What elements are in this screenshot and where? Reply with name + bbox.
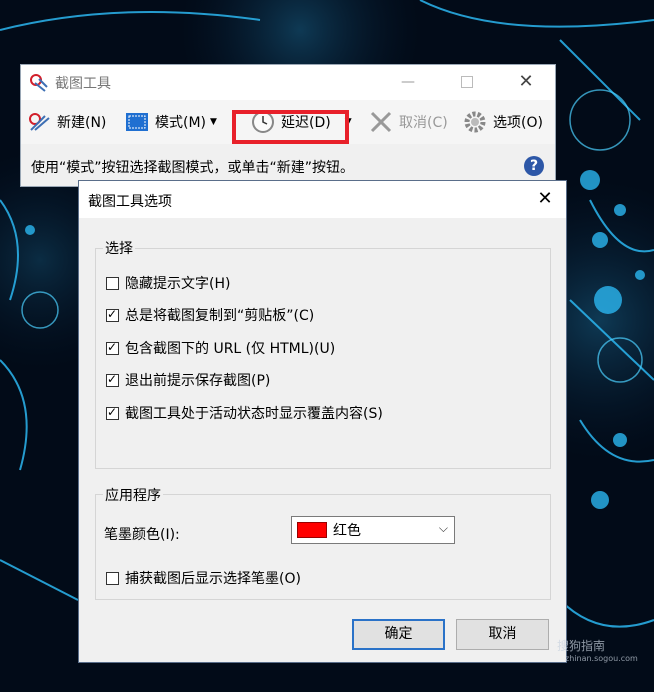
checkbox-box[interactable]	[106, 372, 119, 387]
cancel-snip-button[interactable]: 取消(C)	[369, 109, 448, 135]
checkbox-box[interactable]	[106, 571, 119, 585]
mode-button[interactable]: 模式(M) ▼	[125, 109, 217, 135]
checkbox-box[interactable]	[106, 405, 119, 420]
snipping-tool-title: 截图工具	[55, 76, 111, 92]
application-group-label: 应用程序	[103, 485, 163, 505]
maximize-icon	[461, 76, 473, 88]
checkbox-label: 总是将截图复制到“剪贴板”(C)	[125, 308, 315, 324]
prompt-save-checkbox[interactable]: 退出前提示保存截图(P)	[106, 370, 270, 390]
new-button-label: 新建(N)	[57, 115, 107, 131]
options-dialog-title: 截图工具选项	[88, 194, 172, 210]
ok-button[interactable]: 确定	[352, 619, 445, 650]
watermark: 搜狗指南 zhinan.sogou.com	[557, 637, 638, 663]
checkbox-box[interactable]	[106, 340, 119, 355]
mode-dropdown-icon[interactable]: ▼	[210, 117, 217, 127]
scissors-icon	[29, 113, 50, 131]
copy-to-clipboard-checkbox[interactable]: 总是将截图复制到“剪贴板”(C)	[106, 305, 314, 325]
snipping-tool-titlebar: 截图工具 — ✕	[21, 65, 555, 100]
checkbox-box[interactable]	[106, 307, 119, 322]
maximize-button[interactable]	[455, 71, 479, 93]
chevron-down-icon: ⌵	[438, 521, 448, 535]
include-url-checkbox[interactable]: 包含截图下的 URL (仅 HTML)(U)	[106, 338, 335, 358]
gear-icon	[464, 111, 486, 133]
options-button[interactable]: 选项(O)	[463, 109, 543, 135]
checkbox-label: 截图工具处于活动状态时显示覆盖内容(S)	[125, 406, 383, 422]
rectangle-mode-icon	[126, 113, 148, 131]
show-overlay-checkbox[interactable]: 截图工具处于活动状态时显示覆盖内容(S)	[106, 403, 383, 423]
checkbox-label: 隐藏提示文字(H)	[125, 276, 231, 292]
x-icon	[370, 111, 392, 133]
watermark-subtext: zhinan.sogou.com	[565, 654, 638, 663]
hide-hint-text-checkbox[interactable]: 隐藏提示文字(H)	[106, 273, 230, 293]
pen-color-value: 红色	[333, 523, 361, 539]
checkbox-label: 退出前提示保存截图(P)	[125, 373, 271, 389]
cancel-button[interactable]: 取消	[456, 619, 549, 650]
mode-button-label: 模式(M)	[155, 115, 207, 131]
help-icon[interactable]: ?	[524, 156, 544, 176]
snipping-tool-app-icon	[30, 74, 48, 92]
show-pen-after-capture-checkbox[interactable]: 捕获截图后显示选择笔墨(O)	[106, 568, 301, 588]
pen-color-label: 笔墨颜色(I):	[104, 527, 180, 543]
checkbox-box[interactable]	[106, 276, 119, 290]
close-button[interactable]: ✕	[514, 71, 538, 93]
watermark-text: 搜狗指南	[557, 639, 606, 653]
snipping-tool-window: 截图工具 — ✕ 新建(N) 模式(M) ▼ 延迟(D) ▼ 取消(C) 选项(…	[20, 64, 556, 187]
options-dialog: 截图工具选项 ✕ 选择 隐藏提示文字(H) 总是将截图复制到“剪贴板”(C) 包…	[78, 180, 567, 663]
color-swatch	[297, 522, 327, 538]
checkbox-label: 包含截图下的 URL (仅 HTML)(U)	[125, 341, 336, 357]
selection-group-label: 选择	[103, 238, 135, 258]
hint-text: 使用“模式”按钮选择截图模式，或单击“新建”按钮。	[31, 160, 355, 176]
pen-color-select[interactable]: 红色 ⌵	[291, 516, 455, 544]
options-button-label: 选项(O)	[493, 115, 543, 131]
new-button[interactable]: 新建(N)	[27, 109, 106, 135]
delay-highlight-box	[232, 110, 349, 144]
cancel-snip-label: 取消(C)	[399, 115, 448, 131]
checkbox-label: 捕获截图后显示选择笔墨(O)	[125, 571, 301, 587]
minimize-button[interactable]: —	[396, 71, 420, 93]
dialog-close-button[interactable]: ✕	[533, 188, 557, 210]
options-dialog-titlebar: 截图工具选项 ✕	[79, 181, 566, 218]
